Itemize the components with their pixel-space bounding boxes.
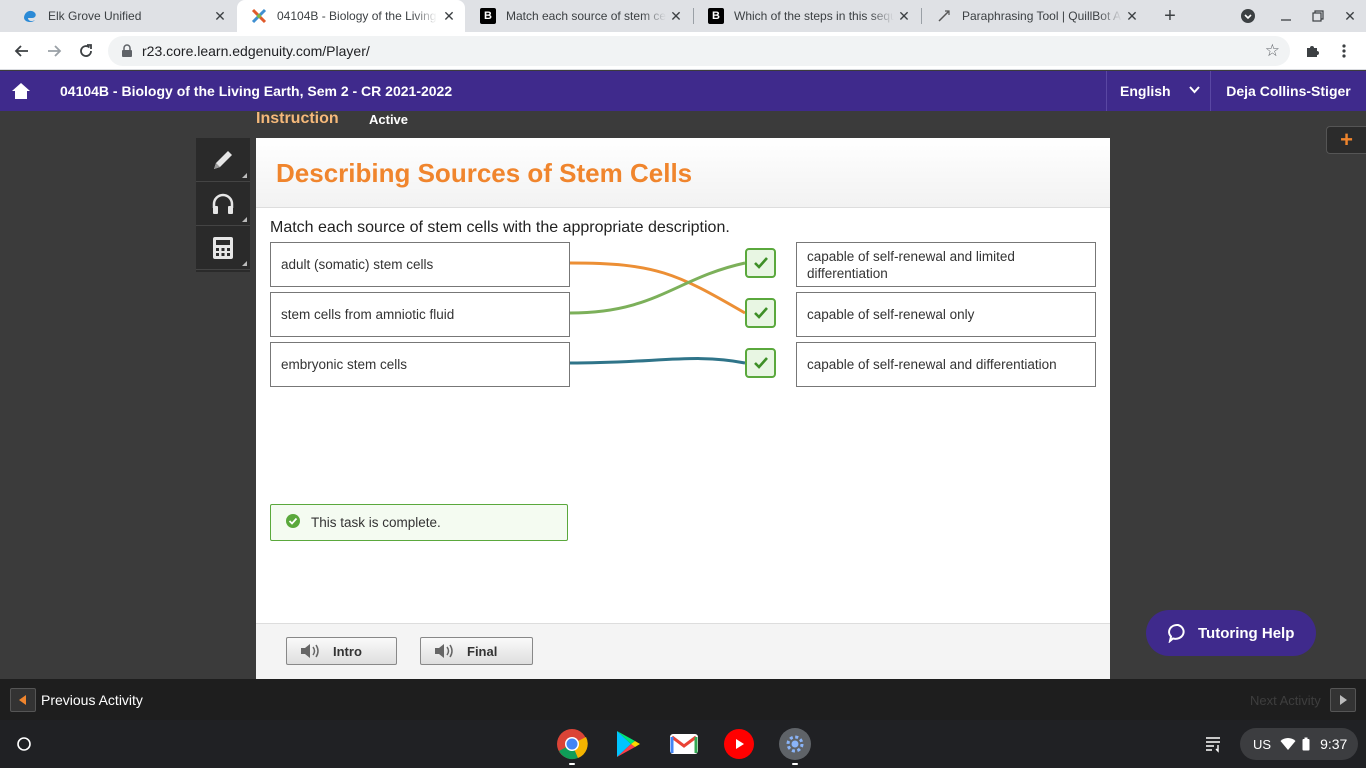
intro-label: Intro [333, 643, 362, 659]
chat-bubble-icon [1168, 623, 1185, 643]
clipboard-icon[interactable] [1204, 734, 1224, 754]
restore-icon[interactable] [1302, 0, 1334, 32]
brainly-icon: B [708, 8, 724, 24]
forward-icon[interactable] [40, 37, 68, 65]
activity-footer: Intro Final [256, 623, 1110, 679]
close-tab-icon[interactable]: ✕ [896, 8, 912, 24]
os-shelf: US 9:37 [0, 720, 1366, 768]
clock-time: 9:37 [1320, 736, 1348, 752]
course-header: 04104B - Biology of the Living Earth, Se… [0, 71, 1366, 111]
back-icon[interactable] [8, 37, 36, 65]
next-arrow-icon [1330, 688, 1356, 712]
reload-icon[interactable] [72, 37, 100, 65]
close-window-icon[interactable]: ✕ [1334, 0, 1366, 32]
source-item[interactable]: stem cells from amniotic fluid [270, 292, 570, 337]
url-text: r23.core.learn.edgenuity.com/Player/ [142, 43, 370, 59]
settings-gear-icon[interactable] [779, 728, 811, 765]
gmail-icon[interactable] [668, 728, 700, 760]
speaker-icon [301, 644, 319, 658]
browser-tab-3[interactable]: B Match each source of stem cel ✕ [466, 0, 692, 32]
expand-plus-icon[interactable]: + [1326, 126, 1366, 154]
browser-tab-1[interactable]: Elk Grove Unified ✕ [8, 0, 236, 32]
browser-toolbar: r23.core.learn.edgenuity.com/Player/ ☆ [0, 32, 1366, 70]
pencil-icon[interactable] [196, 138, 250, 182]
checkmark-icon [745, 298, 776, 328]
next-activity-link: Next Activity [1250, 693, 1321, 708]
minimize-icon[interactable] [1270, 0, 1302, 32]
close-tab-icon[interactable]: ✕ [212, 8, 228, 24]
close-tab-icon[interactable]: ✕ [441, 8, 457, 24]
task-complete-text: This task is complete. [311, 515, 441, 530]
status-tray[interactable]: US 9:37 [1240, 728, 1358, 760]
description-item[interactable]: capable of self-renewal and differentiat… [796, 342, 1096, 387]
source-item[interactable]: embryonic stem cells [270, 342, 570, 387]
browser-tab-4[interactable]: B Which of the steps in this sequ ✕ [694, 0, 920, 32]
close-tab-icon[interactable]: ✕ [1124, 8, 1140, 24]
previous-activity-link[interactable]: Previous Activity [41, 692, 143, 708]
activity-panel: Describing Sources of Stem Cells Match e… [256, 138, 1110, 679]
tab-title: Paraphrasing Tool | QuillBot A [962, 9, 1121, 23]
intro-audio-button[interactable]: Intro [286, 637, 397, 665]
question-prompt: Match each source of stem cells with the… [270, 219, 730, 236]
final-label: Final [467, 643, 498, 659]
bookmark-star-icon[interactable]: ☆ [1265, 42, 1280, 60]
play-store-icon[interactable] [612, 728, 644, 760]
final-audio-button[interactable]: Final [420, 637, 533, 665]
input-method-label: US [1253, 736, 1272, 752]
speaker-icon [435, 644, 453, 658]
tab-title: Match each source of stem cel [506, 9, 666, 23]
lock-icon [122, 44, 132, 57]
task-complete-banner: This task is complete. [270, 504, 568, 541]
edgenuity-icon [251, 8, 267, 24]
match-line-adult [569, 261, 746, 315]
wifi-icon [1280, 738, 1296, 750]
chrome-app-icon[interactable] [556, 728, 588, 765]
description-item[interactable]: capable of self-renewal only [796, 292, 1096, 337]
check-circle-icon [285, 513, 301, 532]
home-icon[interactable] [0, 71, 42, 111]
source-item[interactable]: adult (somatic) stem cells [270, 242, 570, 287]
close-tab-icon[interactable]: ✕ [668, 8, 684, 24]
section-label: Instruction [256, 110, 339, 127]
headphones-icon[interactable] [196, 182, 250, 226]
launcher-icon[interactable] [8, 728, 40, 760]
language-select[interactable]: English [1106, 71, 1210, 111]
player-area: Instruction Active Describing Sources of… [0, 111, 1366, 679]
tab-title: 04104B - Biology of the Living [277, 9, 437, 23]
calculator-icon[interactable] [196, 226, 250, 270]
tutoring-help-label: Tutoring Help [1198, 624, 1295, 642]
status-label: Active [369, 112, 409, 127]
user-menu[interactable]: Deja Collins-Stiger [1210, 71, 1366, 111]
activity-title: Describing Sources of Stem Cells [276, 158, 693, 188]
checkmark-icon [745, 348, 776, 378]
quillbot-icon [936, 8, 952, 24]
chevron-down-icon [1189, 84, 1200, 98]
match-line-embryonic [569, 357, 746, 365]
brainly-icon: B [480, 8, 496, 24]
browser-tab-5[interactable]: Paraphrasing Tool | QuillBot A ✕ [922, 0, 1148, 32]
activity-header: Describing Sources of Stem Cells [256, 138, 1110, 208]
tab-title: Elk Grove Unified [48, 9, 142, 23]
description-item[interactable]: capable of self-renewal and limited diff… [796, 242, 1096, 287]
tab-title: Which of the steps in this sequ [734, 9, 894, 23]
previous-arrow-icon[interactable] [10, 688, 36, 712]
browser-tab-strip: Elk Grove Unified ✕ 04104B - Biology of … [0, 0, 1366, 32]
tool-palette [196, 138, 250, 272]
edge-icon [22, 8, 38, 24]
checkmark-icon [745, 248, 776, 278]
tutoring-help-button[interactable]: Tutoring Help [1146, 610, 1316, 656]
course-title: 04104B - Biology of the Living Earth, Se… [60, 83, 453, 99]
battery-icon [1302, 737, 1310, 751]
extensions-icon[interactable] [1298, 37, 1326, 65]
match-line-amniotic [569, 261, 746, 315]
youtube-icon[interactable] [723, 728, 755, 760]
address-bar[interactable]: r23.core.learn.edgenuity.com/Player/ ☆ [108, 36, 1290, 66]
more-menu-icon[interactable] [1330, 37, 1358, 65]
tab-search-icon[interactable] [1232, 0, 1264, 32]
language-label: English [1120, 83, 1171, 99]
activity-nav-bar: Previous Activity Next Activity [0, 679, 1366, 720]
new-tab-icon[interactable]: + [1154, 0, 1186, 32]
browser-tab-2[interactable]: 04104B - Biology of the Living ✕ [237, 0, 465, 32]
